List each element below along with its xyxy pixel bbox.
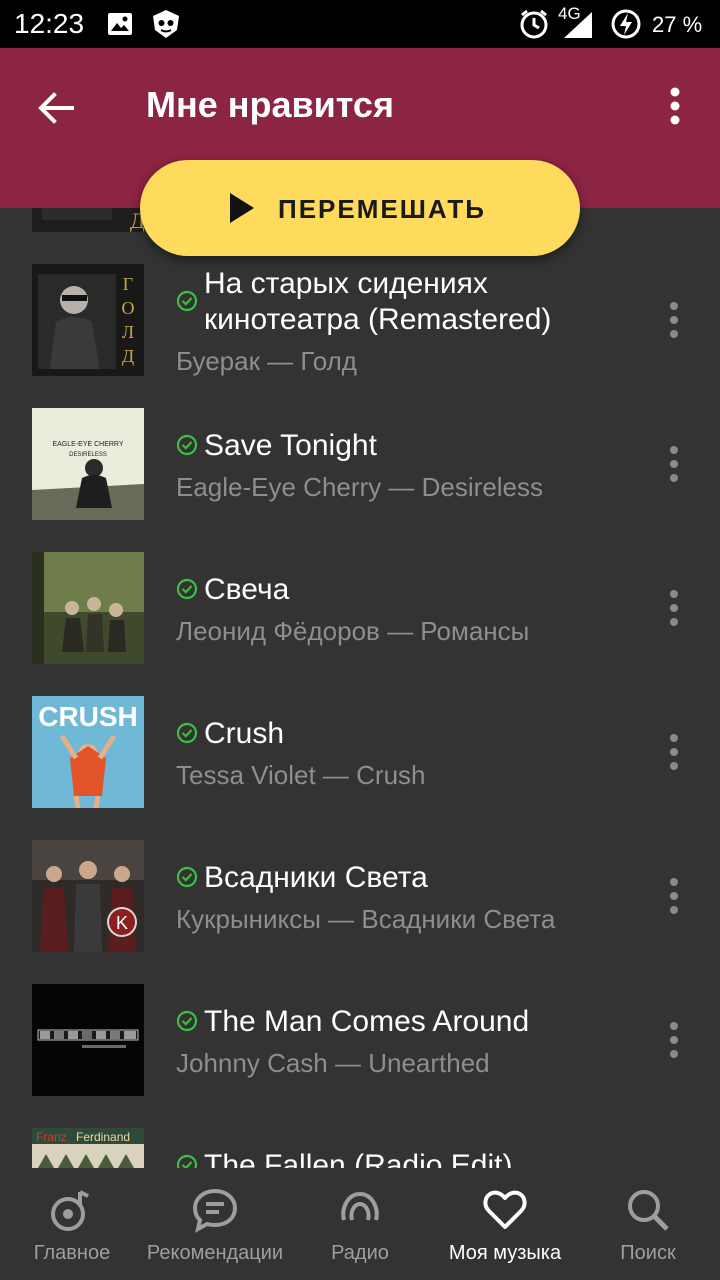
track-cover: EAGLE-EYE CHERRY DESIRELESS xyxy=(32,408,144,520)
svg-text:Franz: Franz xyxy=(36,1130,67,1144)
svg-text:Л: Л xyxy=(122,322,134,342)
svg-text:DESIRELESS: DESIRELESS xyxy=(69,452,107,458)
track-title: Save Tonight xyxy=(204,429,377,462)
downloaded-check-icon xyxy=(176,866,198,888)
more-vertical-icon[interactable] xyxy=(660,1020,688,1060)
nav-label: Главное xyxy=(33,1242,111,1264)
svg-text:K: K xyxy=(116,913,128,933)
shuffle-button[interactable]: ПЕРЕМЕШАТЬ xyxy=(140,160,580,256)
track-row[interactable]: Franz Ferdinand The Fallen (Radio Edit) xyxy=(0,1128,720,1168)
shield-app-icon xyxy=(150,8,182,45)
track-cover: Г О Л Д xyxy=(32,264,144,376)
track-cover xyxy=(32,552,144,664)
more-vertical-icon[interactable] xyxy=(660,876,688,916)
arrow-back-icon[interactable] xyxy=(34,86,78,130)
downloaded-check-icon xyxy=(176,722,198,744)
svg-text:EAGLE-EYE CHERRY: EAGLE-EYE CHERRY xyxy=(52,441,123,448)
svg-text:CRUSH: CRUSH xyxy=(38,701,138,732)
page-title: Мне нравится xyxy=(146,84,394,125)
more-vertical-icon[interactable] xyxy=(660,82,690,134)
track-subtitle: Буерак — Голд xyxy=(176,346,357,376)
alarm-icon xyxy=(518,8,550,45)
track-title: На старых сидениях кинотеатра (Remastere… xyxy=(204,267,552,336)
image-icon xyxy=(106,10,134,43)
heart-icon xyxy=(481,1186,529,1234)
svg-text:Д: Д xyxy=(122,346,134,366)
track-title: Crush xyxy=(204,717,285,750)
track-row[interactable]: Свеча Леонид Фёдоров — Романсы xyxy=(0,552,720,696)
more-vertical-icon[interactable] xyxy=(660,732,688,772)
chat-bubble-icon xyxy=(191,1186,239,1234)
track-title: The Fallen (Radio Edit) xyxy=(204,1149,513,1168)
nav-item-search[interactable]: Поиск xyxy=(604,1168,692,1280)
track-cover: CRUSH xyxy=(32,696,144,808)
track-row[interactable]: EAGLE-EYE CHERRY DESIRELESS Save Tonight… xyxy=(0,408,720,552)
nav-label: Поиск xyxy=(620,1242,676,1264)
radio-icon xyxy=(336,1186,384,1234)
battery-level: 27 % xyxy=(652,12,703,37)
svg-text:Ferdinand: Ferdinand xyxy=(76,1130,130,1144)
shuffle-label: ПЕРЕМЕШАТЬ xyxy=(278,194,486,224)
nav-item-radio[interactable]: Радио xyxy=(310,1168,410,1280)
search-icon xyxy=(624,1186,672,1234)
downloaded-check-icon xyxy=(176,578,198,600)
track-list[interactable]: Д Г О Л Д На старых сидениях кинотеатра … xyxy=(0,208,720,1168)
track-subtitle: Tessa Violet — Crush xyxy=(176,760,426,790)
downloaded-check-icon xyxy=(176,1010,198,1032)
track-row[interactable]: CRUSH Crush Tessa Violet — Crush xyxy=(0,696,720,840)
track-cover: Д xyxy=(32,208,144,232)
track-cover: Franz Ferdinand xyxy=(32,1128,144,1168)
status-time: 12:23 xyxy=(14,8,85,39)
track-subtitle: Johnny Cash — Unearthed xyxy=(176,1048,490,1078)
svg-text:Г: Г xyxy=(123,274,133,294)
downloaded-check-icon xyxy=(176,1154,198,1168)
track-subtitle: Кукрыниксы — Всадники Света xyxy=(176,904,556,934)
track-row[interactable]: Г О Л Д На старых сидениях кинотеатра (R… xyxy=(0,264,720,408)
nav-item-recommendations[interactable]: Рекомендации xyxy=(140,1168,290,1280)
battery-charging-icon xyxy=(610,8,642,45)
nav-item-home[interactable]: Главное xyxy=(20,1168,124,1280)
track-title: The Man Comes Around xyxy=(204,1005,530,1038)
track-row[interactable]: K Всадники Света Кукрыниксы — Всадники С… xyxy=(0,840,720,984)
svg-text:О: О xyxy=(122,298,135,318)
track-row[interactable]: The Man Comes Around Johnny Cash — Unear… xyxy=(0,984,720,1128)
more-vertical-icon[interactable] xyxy=(660,444,688,484)
more-vertical-icon[interactable] xyxy=(660,588,688,628)
track-subtitle: Леонид Фёдоров — Романсы xyxy=(176,616,530,646)
downloaded-check-icon xyxy=(176,434,198,456)
nav-label: Радио xyxy=(331,1242,389,1264)
downloaded-check-icon xyxy=(176,290,198,312)
bottom-navigation: Главное Рекомендации Радио Моя музыка По… xyxy=(0,1168,720,1280)
track-title: Всадники Света xyxy=(204,861,428,894)
track-title: Свеча xyxy=(204,573,290,606)
nav-label: Моя музыка xyxy=(448,1242,562,1264)
track-subtitle: Eagle-Eye Cherry — Desireless xyxy=(176,472,544,502)
nav-item-my-music[interactable]: Моя музыка xyxy=(440,1168,570,1280)
track-cover xyxy=(32,984,144,1096)
track-cover: K xyxy=(32,840,144,952)
play-icon xyxy=(228,192,256,229)
more-vertical-icon[interactable] xyxy=(660,300,688,340)
status-bar: 12:23 4G 27 % xyxy=(0,0,720,48)
signal-icon xyxy=(562,10,594,45)
music-note-icon xyxy=(48,1186,96,1234)
nav-label: Рекомендации xyxy=(146,1242,284,1264)
